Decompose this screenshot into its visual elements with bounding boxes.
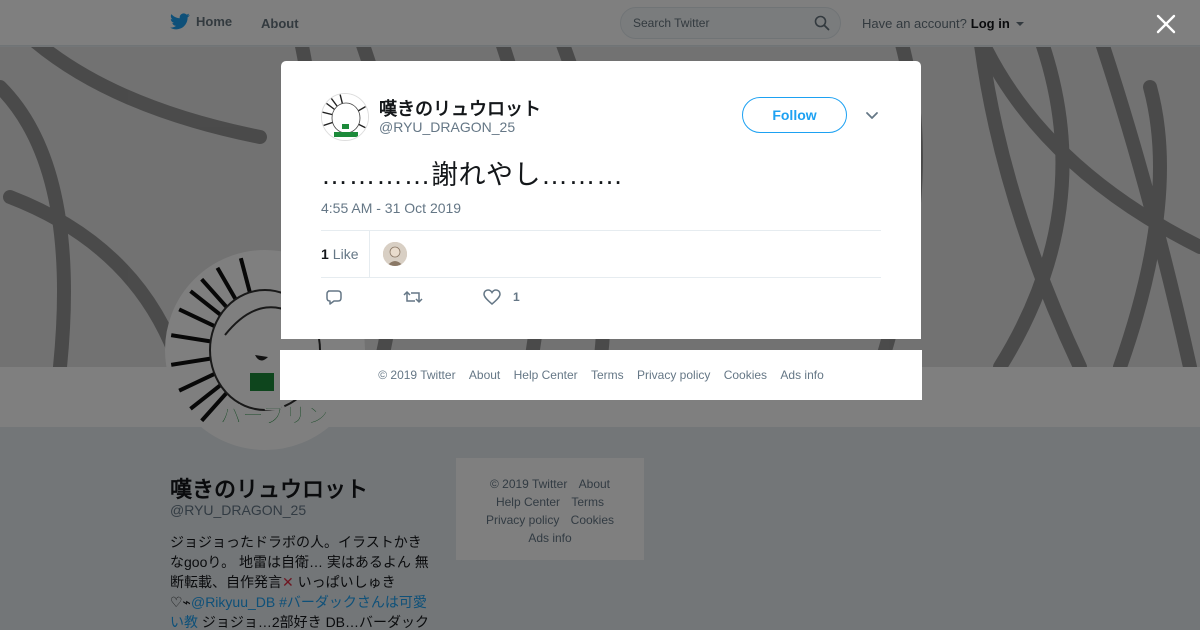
likes-count: 1 bbox=[321, 246, 329, 262]
tweet-permalink-modal: 嘆きのリュウロット @RYU_DRAGON_25 Follow …………謝れやし… bbox=[281, 61, 921, 339]
tweet-timestamp[interactable]: 4:55 AM - 31 Oct 2019 bbox=[321, 200, 461, 216]
heart-icon bbox=[483, 289, 501, 305]
liker-avatar[interactable] bbox=[383, 242, 407, 266]
chevron-down-icon[interactable] bbox=[865, 111, 879, 121]
like-action[interactable]: 1 bbox=[483, 289, 520, 305]
retweet-icon bbox=[403, 290, 423, 304]
likes-stat[interactable]: 1 Like bbox=[321, 246, 358, 262]
modal-footer-copyright: © 2019 Twitter bbox=[378, 368, 456, 382]
modal-footer-privacy-link[interactable]: Privacy policy bbox=[637, 368, 710, 382]
tweet-author-handle[interactable]: @RYU_DRAGON_25 bbox=[379, 119, 515, 135]
retweet-action[interactable] bbox=[403, 289, 423, 305]
reply-icon bbox=[326, 290, 342, 305]
liker-avatar-art bbox=[383, 242, 407, 266]
modal-footer-cookies-link[interactable]: Cookies bbox=[724, 368, 767, 382]
stats-divider bbox=[369, 231, 370, 277]
modal-footer-help-link[interactable]: Help Center bbox=[514, 368, 578, 382]
modal-footer-ads-link[interactable]: Ads info bbox=[780, 368, 823, 382]
likes-label: Like bbox=[332, 246, 359, 262]
modal-footer-about-link[interactable]: About bbox=[469, 368, 500, 382]
close-icon[interactable] bbox=[1154, 12, 1178, 36]
tweet-author-avatar[interactable] bbox=[321, 93, 369, 141]
modal-footer: © 2019 Twitter About Help Center Terms P… bbox=[280, 350, 922, 400]
like-action-count: 1 bbox=[513, 290, 520, 304]
modal-footer-terms-link[interactable]: Terms bbox=[591, 368, 624, 382]
tweet-text: …………謝れやし……… bbox=[321, 160, 624, 190]
follow-button[interactable]: Follow bbox=[742, 97, 847, 133]
tweet-actions: 1 bbox=[321, 289, 881, 313]
tweet-author-avatar-art bbox=[322, 94, 368, 140]
tweet-stats: 1 Like bbox=[321, 230, 881, 278]
tweet-author-name[interactable]: 嘆きのリュウロット bbox=[379, 95, 541, 121]
reply-action[interactable] bbox=[325, 289, 343, 305]
